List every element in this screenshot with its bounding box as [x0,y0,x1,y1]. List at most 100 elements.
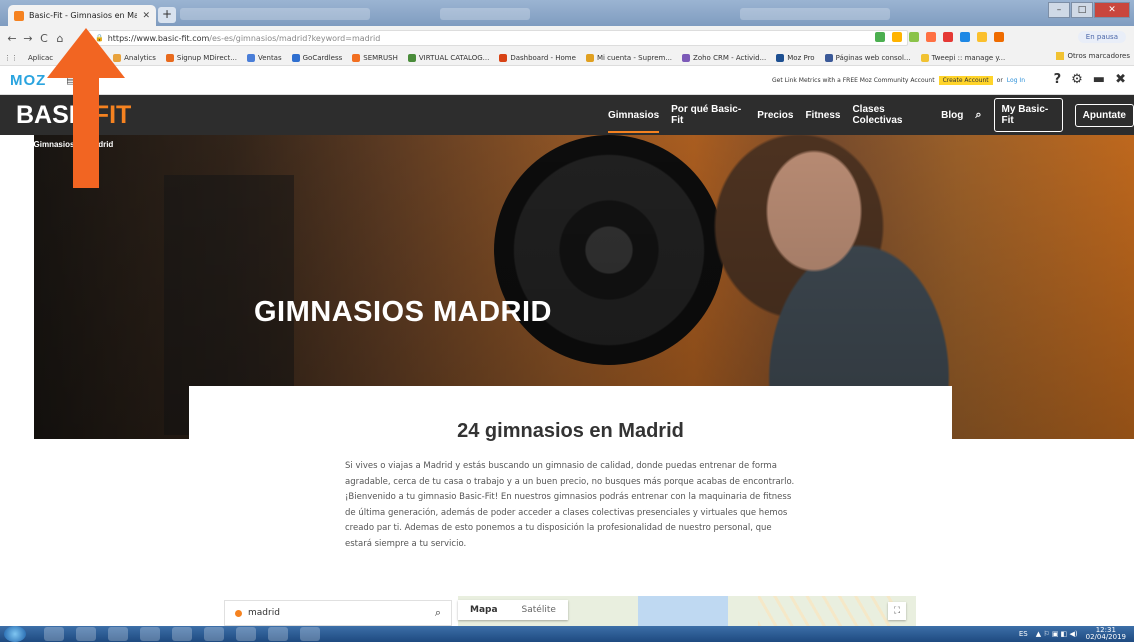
pinterest-icon[interactable] [943,32,953,42]
search-icon[interactable]: ⌕ [975,109,981,122]
create-account-button[interactable]: Create Account [938,76,993,85]
other-bookmarks-folder[interactable]: Otros marcadores [1056,52,1130,60]
start-button[interactable] [4,626,26,642]
home-icon[interactable]: ⌂ [16,140,21,149]
bookmark-item[interactable]: Dashboard - Home [499,53,576,62]
collapse-icon[interactable]: ▬ [1093,72,1105,87]
tab-satelite[interactable]: Satélite [510,600,568,620]
word-icon[interactable] [268,627,288,641]
browser-toolbar: ← → C ⌂ 🔒 https://www.basic-fit.com/es-e… [0,26,1134,50]
extension-icon[interactable] [909,32,919,42]
nav-precios[interactable]: Precios [757,110,793,121]
maximize-button[interactable]: □ [1071,2,1093,18]
tab-title: Basic-Fit - Gimnasios en Madr [29,11,138,20]
bookmark-favicon-icon [407,53,416,62]
profile-paused-badge[interactable]: En pausa [1077,31,1126,43]
minimize-button[interactable]: – [1048,2,1070,18]
annotation-up-arrow-icon [47,28,125,188]
main-nav: Gimnasios Por qué Basic-Fit Precios Fitn… [608,95,1134,135]
location-search-input[interactable]: madrid ⌕ [224,600,452,626]
basicfit-favicon-icon [14,10,24,21]
language-indicator[interactable]: ES [1019,630,1028,638]
nav-blog[interactable]: Blog [941,110,963,121]
apuntate-button[interactable]: Apuntate [1074,103,1134,127]
nav-fitness[interactable]: Fitness [805,110,840,121]
extension-icon[interactable] [994,32,1004,42]
location-pin-icon [235,609,242,617]
bookmark-favicon-icon [682,53,691,62]
excel-icon[interactable] [204,627,224,641]
gym-map[interactable]: Mapa Satélite ⛶ [458,596,916,626]
my-basicfit-button[interactable]: My Basic-Fit [993,98,1063,132]
bookmarks-bar: ⋮⋮ Aplicac Analytics Signup MDirect... V… [0,50,1134,66]
moz-logo[interactable]: MOZ [10,72,46,89]
bookmark-item[interactable]: GoCardless [291,53,342,62]
browser-tab[interactable]: Basic-Fit - Gimnasios en Madr ✕ [8,5,156,26]
mozbar-toolbar: MOZ ▤ ✐ | Get Link Metrics with a FREE M… [0,66,1134,95]
close-icon[interactable]: ✖ [1115,72,1126,87]
star-icon[interactable] [892,32,902,42]
bookmark-favicon-icon [291,53,300,62]
extension-icon[interactable] [875,32,885,42]
close-tab-icon[interactable]: ✕ [142,11,150,21]
bookmark-item[interactable]: Mi cuenta - Suprem... [585,53,672,62]
media-player-icon[interactable] [76,627,96,641]
bookmark-favicon-icon [246,53,255,62]
intro-paragraph: Si vives o viajas a Madrid y estás busca… [345,461,795,549]
extension-icon[interactable] [960,32,970,42]
taskbar-apps [44,627,320,641]
chrome-icon[interactable] [300,627,320,641]
bookmark-favicon-icon [776,53,785,62]
bookmark-item[interactable]: VIRTUAL CATALOG... [407,53,489,62]
folder-icon [1056,52,1065,60]
address-bar[interactable]: 🔒 https://www.basic-fit.com/es-es/gimnas… [88,30,908,46]
apps-grid-icon[interactable]: ⋮⋮ [4,54,18,62]
site-header: BASICFIT Gimnasios Por qué Basic-Fit Pre… [0,95,1134,135]
chrome-icon[interactable] [108,627,128,641]
bookmark-item[interactable]: Ventas [246,53,282,62]
bookmark-item[interactable]: Páginas web consol... [824,53,911,62]
new-tab-button[interactable]: + [158,7,176,23]
close-window-button[interactable]: ✕ [1094,2,1130,18]
extension-icons [875,32,1004,42]
nav-gimnasios[interactable]: Gimnasios [608,98,660,133]
nav-por-que[interactable]: Por qué Basic-Fit [671,104,745,126]
bookmark-item[interactable]: Moz Pro [776,53,815,62]
bookmark-item[interactable]: Tweepi :: manage y... [920,53,1005,62]
tab-mapa[interactable]: Mapa [458,600,510,620]
system-tray: ES ▲ ⚐ ▣ ◧ ◀) 12:31 02/04/2019 [1019,627,1126,641]
login-link[interactable]: Log In [1007,77,1025,84]
bookmark-favicon-icon [499,53,508,62]
map-type-tabs: Mapa Satélite [458,600,568,620]
extension-icon[interactable] [926,32,936,42]
nav-clases-colectivas[interactable]: Clases Colectivas [852,104,929,126]
url-path: /es-es/gimnasios/madrid?keyword=madrid [209,33,381,43]
settings-gear-icon[interactable]: ⚙ [1071,72,1083,87]
tray-icons[interactable]: ▲ ⚐ ▣ ◧ ◀) [1036,630,1078,638]
intro-card: 24 gimnasios en Madrid Si vives o viajas… [189,386,952,596]
extension-icon[interactable] [977,32,987,42]
outlook-icon[interactable] [140,627,160,641]
bookmark-favicon-icon [165,53,174,62]
clock[interactable]: 12:31 02/04/2019 [1086,627,1126,641]
moz-controls: ? ⚙ ▬ ✖ [1054,72,1126,87]
gym-count-heading: 24 gimnasios en Madrid [457,420,684,442]
app-icon[interactable] [172,627,192,641]
help-icon[interactable]: ? [1054,72,1062,87]
forward-icon[interactable]: → [20,32,36,45]
blurred-tab[interactable] [180,8,370,20]
fullscreen-icon[interactable]: ⛶ [888,602,906,620]
search-icon[interactable]: ⌕ [435,606,441,620]
blurred-tab[interactable] [740,8,890,20]
browser-tabstrip: Basic-Fit - Gimnasios en Madr ✕ + – □ ✕ [0,0,1134,26]
bookmark-favicon-icon [920,53,929,62]
blurred-tab[interactable] [440,8,530,20]
bookmark-item[interactable]: Zoho CRM - Activid... [682,53,766,62]
back-icon[interactable]: ← [4,32,20,45]
windows-taskbar: ES ▲ ⚐ ▣ ◧ ◀) 12:31 02/04/2019 [0,626,1134,642]
window-controls: – □ ✕ [1048,2,1130,18]
bookmark-item[interactable]: SEMRUSH [352,53,398,62]
ie-icon[interactable] [44,627,64,641]
explorer-icon[interactable] [236,627,256,641]
bookmark-item[interactable]: Signup MDirect... [165,53,237,62]
